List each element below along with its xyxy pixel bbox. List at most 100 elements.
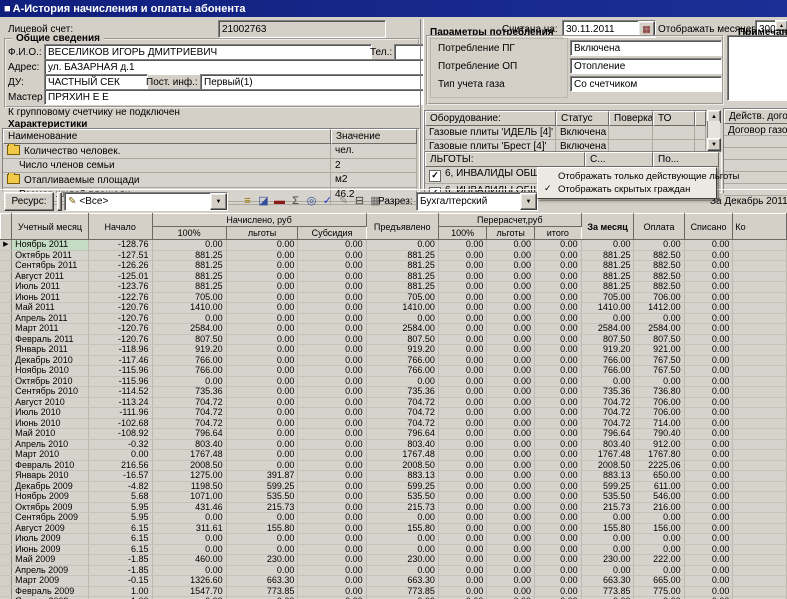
contracts-column-header[interactable]: Действ. догов	[724, 109, 787, 124]
column-header-payment[interactable]: Оплата	[634, 214, 684, 240]
sub-column-header[interactable]: льготы	[487, 227, 535, 240]
history-row[interactable]: Август 2010-113.24704.720.000.00704.720.…	[1, 397, 787, 408]
history-row[interactable]: Март 2009-0.151326.60663.300.00663.300.0…	[1, 576, 787, 587]
history-row[interactable]: Сентябрь 2010-114.52735.360.000.00735.36…	[1, 387, 787, 398]
history-row[interactable]: Март 2011-120.762584.000.000.002584.000.…	[1, 324, 787, 335]
history-row[interactable]: Август 2011-125.01881.250.000.00881.250.…	[1, 271, 787, 282]
history-row[interactable]: Ноябрь 20095.681071.00535.500.00535.500.…	[1, 492, 787, 503]
column-header-month-total[interactable]: За месяц	[581, 214, 634, 240]
history-row[interactable]: Апрель 2009-1.850.000.000.000.000.000.00…	[1, 565, 787, 576]
sub-column-header[interactable]: Субсидия	[298, 227, 366, 240]
sub-column-header[interactable]: 100%	[152, 227, 226, 240]
history-row[interactable]: Июнь 2011-122.76705.000.000.00705.000.00…	[1, 292, 787, 303]
resource-combo[interactable]: ✎ <Все> ▼	[64, 192, 228, 211]
benefits-column-header[interactable]: ЛЬГОТЫ:	[425, 152, 585, 167]
history-row[interactable]: Февраль 20091.001547.70773.850.00773.850…	[1, 586, 787, 597]
history-row[interactable]: Февраль 2010216.562008.500.000.002008.50…	[1, 460, 787, 471]
account-field[interactable]: 21002763	[218, 20, 386, 38]
history-row[interactable]: Декабрь 2009-4.821198.50599.250.00599.25…	[1, 481, 787, 492]
history-row[interactable]: Август 20096.15311.61155.800.00155.800.0…	[1, 523, 787, 534]
sub-column-header[interactable]: 100%	[438, 227, 487, 240]
equipment-column-header[interactable]: ТО	[653, 111, 695, 126]
group-header-accrued[interactable]: Начислено, руб	[152, 214, 366, 227]
master-field[interactable]: ПРЯХИН Е Е	[44, 89, 424, 105]
characteristics-row[interactable]: Количество человек.чел.	[3, 144, 419, 159]
equipment-scroll-track[interactable]	[707, 121, 720, 138]
benefits-column-header[interactable]: По...	[653, 152, 719, 167]
toolbar-grip[interactable]	[57, 192, 62, 211]
print-icon[interactable]: ⊟	[352, 193, 367, 209]
consumption-field[interactable]: Отопление	[570, 58, 722, 74]
history-row[interactable]: Ноябрь 2010-115.96766.000.000.00766.000.…	[1, 366, 787, 377]
history-row[interactable]: Июль 20096.150.000.000.000.000.000.000.0…	[1, 534, 787, 545]
equipment-column-header[interactable]	[695, 111, 706, 126]
fio-field[interactable]: ВЕСЕЛИКОВ ИГОРЬ ДМИТРИЕВИЧ	[44, 44, 372, 60]
context-menu-item[interactable]: Отображать скрытых граждан✓	[540, 183, 714, 196]
history-ko-cell	[733, 586, 787, 597]
history-row[interactable]: Апрель 2011-120.760.000.000.000.000.000.…	[1, 313, 787, 324]
du-field[interactable]: ЧАСТНЫЙ СЕК	[44, 74, 148, 90]
equipment-column-header[interactable]: Оборудование:	[425, 111, 556, 126]
history-row[interactable]: Март 20100.001767.480.000.001767.480.000…	[1, 450, 787, 461]
sub-column-header[interactable]: льготы	[226, 227, 298, 240]
sub-column-header[interactable]: итого	[535, 227, 582, 240]
coins-icon[interactable]: ≡	[240, 193, 255, 209]
group-header-recalc[interactable]: Перерасчет,руб	[438, 214, 581, 227]
history-row[interactable]: Октябрь 20095.95431.46215.730.00215.730.…	[1, 502, 787, 513]
verify-icon[interactable]: ✓	[320, 193, 335, 209]
history-row[interactable]: Май 2010-108.92796.640.000.00796.640.000…	[1, 429, 787, 440]
history-row[interactable]: Февраль 2011-120.76807.500.000.00807.500…	[1, 334, 787, 345]
equipment-column-header[interactable]: Статус	[556, 111, 609, 126]
context-menu-item[interactable]: Отображать только действующие льготы	[540, 170, 714, 183]
column-header-writeoff[interactable]: Списано	[684, 214, 733, 240]
history-row[interactable]: Июль 2010-111.96704.720.000.00704.720.00…	[1, 408, 787, 419]
benefits-column-header[interactable]: С...	[585, 152, 653, 167]
contract-row[interactable]	[724, 148, 787, 160]
history-row[interactable]: Июнь 2010-102.68704.720.000.00704.720.00…	[1, 418, 787, 429]
address-field[interactable]: ул. БАЗАРНАЯ д.1	[44, 59, 424, 75]
chart-wizard-icon[interactable]: ◪	[256, 193, 271, 209]
history-grid[interactable]: Учетный месяцНачалоНачислено, рубПредъяв…	[0, 213, 787, 599]
contract-row[interactable]: Договор газос	[724, 124, 787, 136]
column-header-presented[interactable]: Предъявлено	[366, 214, 438, 240]
history-row[interactable]: Сентябрь 20095.950.000.000.000.000.000.0…	[1, 513, 787, 524]
equipment-row[interactable]: Газовые плиты 'ИДЕЛЬ [4]'Включена	[425, 126, 708, 140]
column-header-month[interactable]: Учетный месяц	[12, 214, 89, 240]
razrez-combo[interactable]: Бухгалтерский ▼	[416, 192, 538, 211]
history-row[interactable]: Октябрь 2010-115.960.000.000.000.000.000…	[1, 376, 787, 387]
history-row[interactable]: ▶Ноябрь 2011-128.760.000.000.000.000.000…	[1, 240, 787, 251]
history-row[interactable]: Июнь 20096.150.000.000.000.000.000.000.0…	[1, 544, 787, 555]
characteristics-column-header[interactable]: Значение	[331, 129, 417, 144]
history-row[interactable]: Апрель 2010-0.32803.400.000.00803.400.00…	[1, 439, 787, 450]
benefit-checkbox[interactable]: ✓	[429, 170, 441, 182]
resource-button[interactable]: Ресурс:	[4, 192, 54, 211]
resource-combo-arrow-icon[interactable]: ▼	[210, 193, 227, 210]
history-row[interactable]: Декабрь 2010-117.46766.000.000.00766.000…	[1, 355, 787, 366]
contract-row[interactable]	[724, 136, 787, 148]
preview-icon[interactable]: ◎	[304, 193, 319, 209]
characteristics-row[interactable]: Число членов семьи2	[3, 159, 419, 173]
column-header-start[interactable]: Начало	[88, 214, 152, 240]
characteristics-column-header[interactable]: Наименование	[3, 129, 331, 144]
history-row[interactable]: Январь 2010-16.571275.00391.870.00883.13…	[1, 471, 787, 482]
history-row[interactable]: Май 2009-1.85460.00230.000.00230.000.000…	[1, 555, 787, 566]
history-row[interactable]: Май 2011-120.761410.000.000.001410.000.0…	[1, 303, 787, 314]
note-box[interactable]	[727, 35, 787, 101]
equipment-column-header[interactable]: Поверка	[609, 111, 653, 126]
scroll-down-icon[interactable]: ▼	[707, 138, 721, 151]
counter-icon[interactable]: Σ	[288, 193, 303, 209]
edit-icon[interactable]: ✎	[336, 193, 351, 209]
history-row[interactable]: Октябрь 2011-127.51881.250.000.00881.250…	[1, 250, 787, 261]
cassette-icon[interactable]: ▬	[272, 193, 287, 209]
history-row[interactable]: Июль 2011-123.76881.250.000.00881.250.00…	[1, 282, 787, 293]
post-inf-field[interactable]: Первый(1)	[200, 74, 424, 90]
consumption-field[interactable]: Включена	[570, 40, 722, 56]
row-marker-header[interactable]	[1, 214, 12, 240]
razrez-combo-arrow-icon[interactable]: ▼	[520, 193, 537, 210]
characteristics-row[interactable]: Отапливаемые площадим2	[3, 173, 419, 188]
history-row[interactable]: Сентябрь 2011-126.26881.250.000.00881.25…	[1, 261, 787, 272]
column-header-ko[interactable]: Ко	[733, 214, 787, 240]
consumption-field[interactable]: Со счетчиком	[570, 76, 722, 92]
title-bar[interactable]: ■ А-История начисления и оплаты абонента	[0, 0, 787, 17]
history-row[interactable]: Январь 2011-118.96919.200.000.00919.200.…	[1, 345, 787, 356]
